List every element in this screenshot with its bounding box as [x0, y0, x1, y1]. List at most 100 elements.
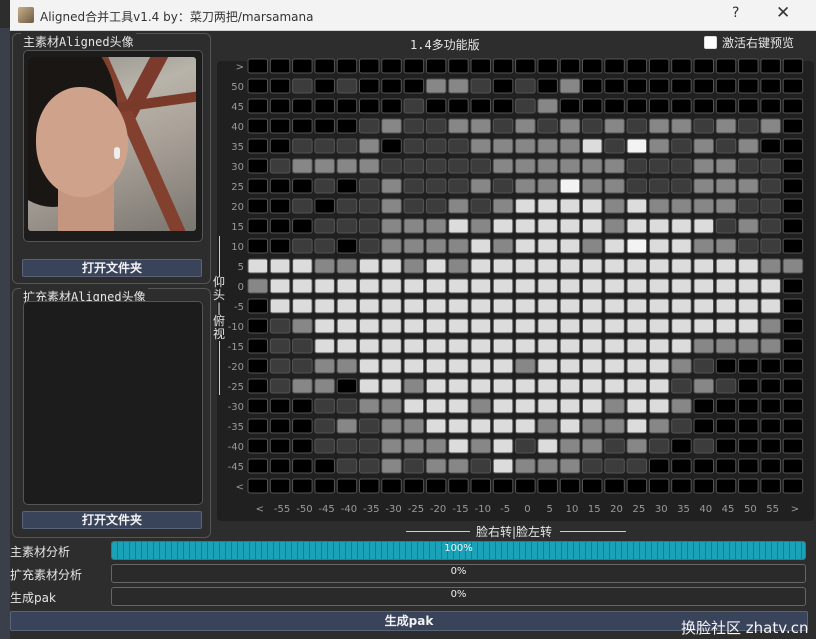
- angle-cell-light[interactable]: [559, 358, 581, 374]
- angle-cell-medium[interactable]: [381, 238, 402, 254]
- angle-cell-light[interactable]: [425, 318, 447, 334]
- angle-cell-medium[interactable]: [760, 318, 781, 334]
- angle-cell-dark[interactable]: [738, 238, 759, 254]
- angle-cell-dark[interactable]: [292, 78, 313, 94]
- angle-cell-dark[interactable]: [715, 378, 737, 394]
- angle-cell-empty[interactable]: [336, 378, 358, 394]
- angle-cell-light[interactable]: [448, 318, 469, 334]
- angle-cell-light[interactable]: [693, 258, 714, 274]
- angle-cell-empty[interactable]: [537, 78, 558, 94]
- angle-cell-empty[interactable]: [738, 58, 759, 74]
- angle-cell-medium[interactable]: [292, 318, 313, 334]
- angle-cell-dark[interactable]: [671, 378, 692, 394]
- angle-cell-dark[interactable]: [314, 418, 335, 434]
- angle-cell-light[interactable]: [492, 318, 514, 334]
- angle-cell-medium[interactable]: [559, 438, 581, 454]
- angle-cell-medium[interactable]: [559, 118, 581, 134]
- angle-cell-empty[interactable]: [269, 138, 291, 154]
- angle-cell-dark[interactable]: [292, 358, 313, 374]
- angle-cell-light[interactable]: [537, 278, 558, 294]
- angle-cell-empty[interactable]: [269, 458, 291, 474]
- angle-cell-dark[interactable]: [715, 138, 737, 154]
- angle-cell-light[interactable]: [648, 358, 670, 374]
- angle-cell-medium[interactable]: [359, 138, 380, 154]
- angle-cell-light[interactable]: [648, 238, 670, 254]
- angle-cell-light[interactable]: [470, 318, 491, 334]
- angle-cell-medium[interactable]: [582, 418, 603, 434]
- angle-cell-empty[interactable]: [582, 98, 603, 114]
- angle-cell-medium[interactable]: [515, 178, 536, 194]
- angle-cell-empty[interactable]: [247, 218, 268, 234]
- angle-cell-empty[interactable]: [671, 458, 692, 474]
- angle-cell-light[interactable]: [582, 398, 603, 414]
- angle-cell-empty[interactable]: [648, 478, 670, 494]
- angle-cell-light[interactable]: [448, 398, 469, 414]
- angle-cell-medium[interactable]: [470, 178, 491, 194]
- angle-cell-empty[interactable]: [381, 138, 402, 154]
- angle-cell-medium[interactable]: [671, 118, 692, 134]
- angle-cell-empty[interactable]: [515, 478, 536, 494]
- angle-cell-empty[interactable]: [314, 458, 335, 474]
- angle-cell-empty[interactable]: [470, 478, 491, 494]
- angle-cell-empty[interactable]: [693, 458, 714, 474]
- angle-cell-dark[interactable]: [359, 418, 380, 434]
- angle-cell-medium[interactable]: [648, 138, 670, 154]
- angle-cell-medium[interactable]: [693, 238, 714, 254]
- angle-cell-light[interactable]: [515, 198, 536, 214]
- angle-cell-medium[interactable]: [537, 138, 558, 154]
- angle-cell-empty[interactable]: [292, 98, 313, 114]
- angle-cell-empty[interactable]: [671, 78, 692, 94]
- angle-cell-empty[interactable]: [604, 58, 625, 74]
- angle-cell-medium[interactable]: [425, 78, 447, 94]
- angle-cell-dark[interactable]: [760, 158, 781, 174]
- angle-cell-medium[interactable]: [582, 238, 603, 254]
- angle-cell-light[interactable]: [738, 258, 759, 274]
- angle-cell-medium[interactable]: [671, 398, 692, 414]
- angle-cell-medium[interactable]: [448, 78, 469, 94]
- angle-cell-light[interactable]: [537, 298, 558, 314]
- angle-cell-empty[interactable]: [782, 298, 804, 314]
- angle-cell-light[interactable]: [492, 358, 514, 374]
- angle-cell-dark[interactable]: [738, 198, 759, 214]
- angle-cell-empty[interactable]: [604, 78, 625, 94]
- angle-cell-medium[interactable]: [425, 458, 447, 474]
- angle-cell-medium[interactable]: [693, 138, 714, 154]
- angle-cell-light[interactable]: [403, 398, 425, 414]
- angle-cell-light[interactable]: [359, 258, 380, 274]
- angle-cell-empty[interactable]: [738, 458, 759, 474]
- angle-cell-empty[interactable]: [693, 418, 714, 434]
- angle-cell-medium[interactable]: [381, 198, 402, 214]
- angle-cell-medium[interactable]: [336, 418, 358, 434]
- angle-cell-empty[interactable]: [626, 58, 648, 74]
- angle-cell-empty[interactable]: [247, 178, 268, 194]
- angle-cell-empty[interactable]: [782, 158, 804, 174]
- angle-cell-medium[interactable]: [448, 458, 469, 474]
- angle-cell-light[interactable]: [604, 338, 625, 354]
- angle-cell-empty[interactable]: [782, 478, 804, 494]
- angle-cell-dark[interactable]: [492, 178, 514, 194]
- angle-cell-medium[interactable]: [515, 358, 536, 374]
- angle-cell-empty[interactable]: [626, 78, 648, 94]
- angle-cell-dark[interactable]: [403, 158, 425, 174]
- angle-cell-medium[interactable]: [470, 118, 491, 134]
- angle-cell-light[interactable]: [492, 218, 514, 234]
- angle-cell-empty[interactable]: [559, 478, 581, 494]
- angle-cell-light[interactable]: [738, 318, 759, 334]
- angle-cell-light[interactable]: [492, 278, 514, 294]
- angle-cell-empty[interactable]: [292, 398, 313, 414]
- angle-cell-empty[interactable]: [269, 118, 291, 134]
- angle-cell-medium[interactable]: [648, 418, 670, 434]
- angle-cell-medium[interactable]: [738, 338, 759, 354]
- angle-cell-dark[interactable]: [582, 118, 603, 134]
- angle-cell-medium[interactable]: [515, 118, 536, 134]
- angle-cell-empty[interactable]: [269, 438, 291, 454]
- angle-cell-light[interactable]: [425, 298, 447, 314]
- angle-cell-empty[interactable]: [381, 78, 402, 94]
- angle-cell-medium[interactable]: [559, 158, 581, 174]
- angle-cell-light[interactable]: [626, 378, 648, 394]
- angle-cell-dark[interactable]: [359, 198, 380, 214]
- angle-cell-medium[interactable]: [760, 118, 781, 134]
- angle-cell-empty[interactable]: [715, 418, 737, 434]
- angle-cell-light[interactable]: [537, 218, 558, 234]
- angle-cell-light[interactable]: [359, 318, 380, 334]
